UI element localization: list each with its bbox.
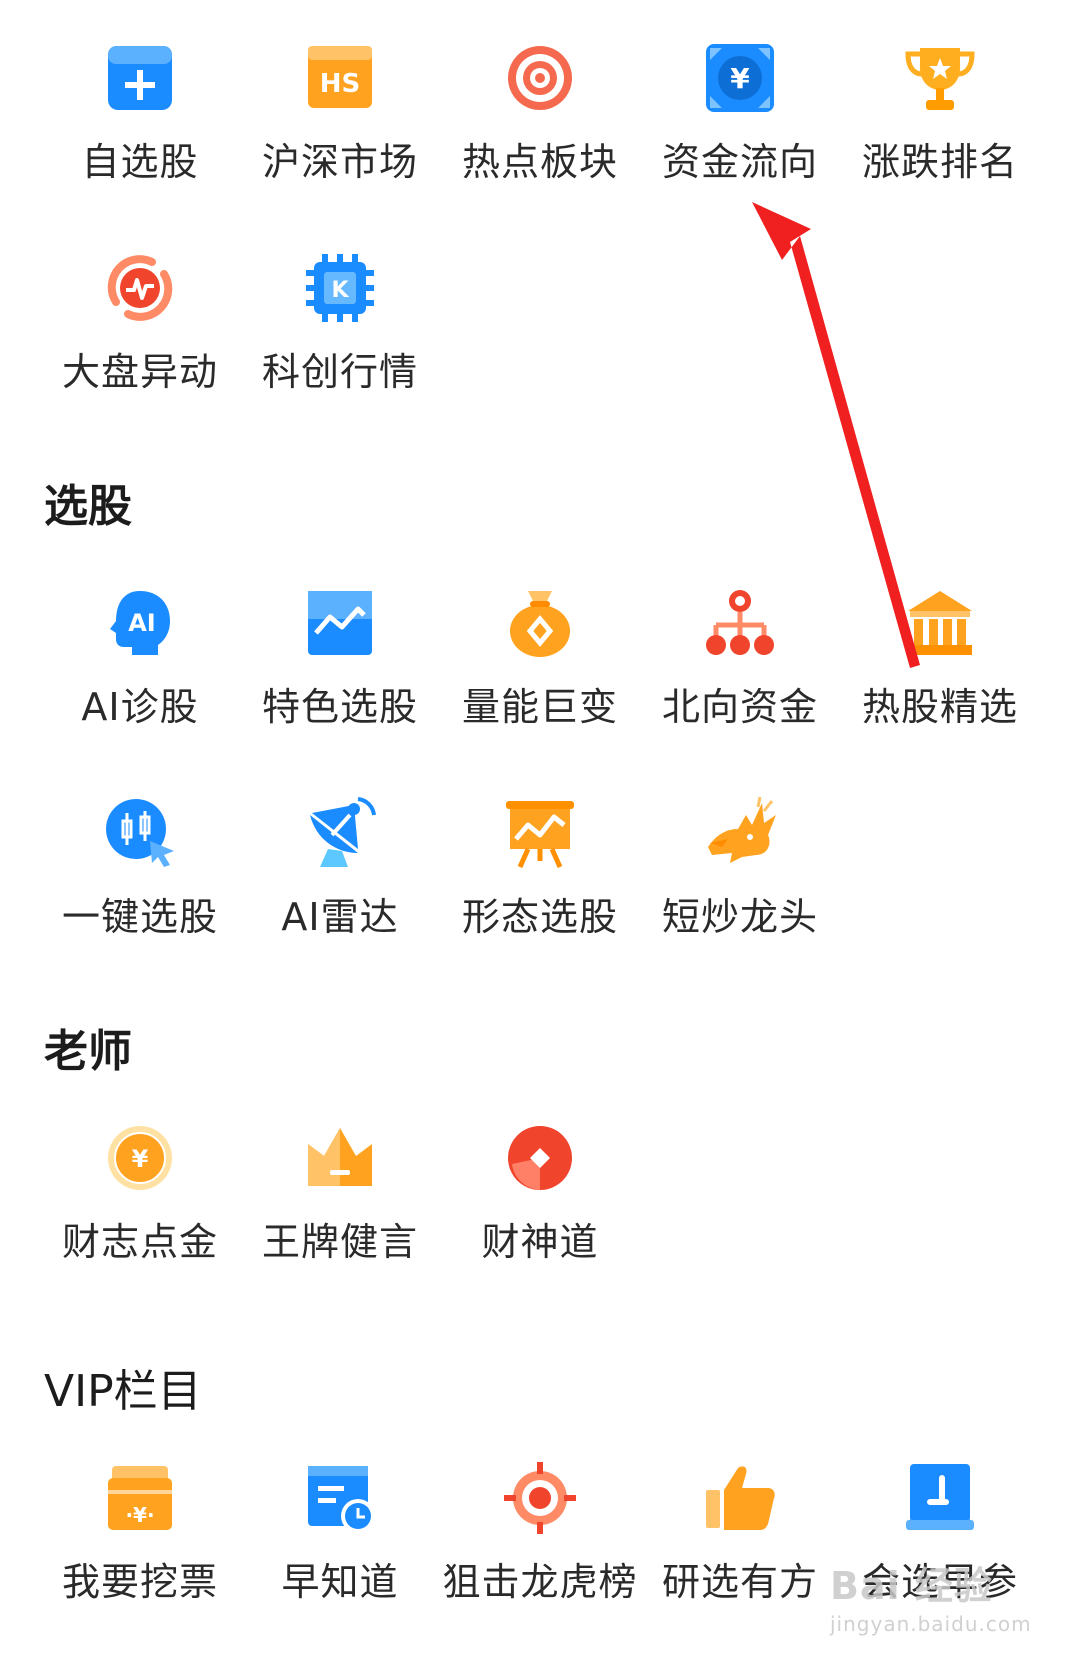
menu-item-label: 短炒龙头 — [661, 895, 818, 939]
chip-icon: K — [302, 250, 378, 326]
menu-item-label: 科创行情 — [261, 350, 418, 394]
menu-item-自选股[interactable]: 自选股 — [40, 0, 240, 210]
menu-item-label: 量能巨变 — [461, 685, 618, 729]
org-tree-icon — [702, 585, 778, 661]
menu-item-特色选股[interactable]: 特色选股 — [240, 545, 440, 755]
pulse-icon — [102, 250, 178, 326]
menu-item-资金流向[interactable]: ¥ 资金流向 — [640, 0, 840, 210]
watermark-main: Bai 经验 — [830, 1564, 993, 1608]
menu-item-label: 一键选股 — [61, 895, 218, 939]
menu-item-一键选股[interactable]: 一键选股 — [40, 755, 240, 965]
menu-item-label: 资金流向 — [661, 140, 818, 184]
menu-item-label: 狙击龙虎榜 — [442, 1560, 638, 1604]
bank-building-icon — [902, 585, 978, 661]
thumbs-up-icon — [702, 1460, 778, 1536]
crosshair-icon — [502, 1460, 578, 1536]
market-grid: 自选股 HS 沪深市场 热点板块 ¥ 资金流向 涨跌排名 大盘异动 K 科创行情 — [40, 0, 1040, 420]
yuan-flow-icon: ¥ — [702, 40, 778, 116]
svg-text:HS: HS — [320, 69, 361, 99]
svg-text:K: K — [331, 278, 349, 303]
wallet-yuan-icon: ·¥· — [102, 1460, 178, 1536]
menu-item-王牌健言[interactable]: 王牌健言 — [240, 1080, 440, 1290]
gold-coin-icon: ¥ — [102, 1120, 178, 1196]
section-title-vip: VIP栏目 — [44, 1366, 202, 1417]
menu-item-label: 涨跌排名 — [861, 140, 1018, 184]
teacher-grid: ¥ 财志点金 王牌健言 财神道 — [40, 1080, 1040, 1290]
target-icon — [502, 40, 578, 116]
svg-text:¥: ¥ — [730, 62, 750, 95]
menu-item-label: 财神道 — [481, 1220, 599, 1264]
chart-board-icon — [302, 585, 378, 661]
dragon-icon — [702, 795, 778, 871]
menu-item-label: 大盘异动 — [61, 350, 218, 394]
calendar-down-icon — [902, 1460, 978, 1536]
menu-item-狙击龙虎榜[interactable]: 狙击龙虎榜 — [440, 1420, 640, 1630]
add-folder-icon — [102, 40, 178, 116]
menu-item-label: 王牌健言 — [261, 1220, 418, 1264]
menu-item-形态选股[interactable]: 形态选股 — [440, 755, 640, 965]
section-title-teacher: 老师 — [44, 1026, 132, 1077]
menu-item-我要挖票[interactable]: ·¥· 我要挖票 — [40, 1420, 240, 1630]
menu-item-科创行情[interactable]: K 科创行情 — [240, 210, 440, 420]
menu-item-label: 特色选股 — [261, 685, 418, 729]
click-candle-icon — [102, 795, 178, 871]
red-diamond-icon — [502, 1120, 578, 1196]
menu-item-label: AI诊股 — [81, 685, 199, 729]
section-title-stock-pick: 选股 — [44, 481, 132, 532]
menu-item-热点板块[interactable]: 热点板块 — [440, 0, 640, 210]
menu-item-大盘异动[interactable]: 大盘异动 — [40, 210, 240, 420]
menu-item-AI雷达[interactable]: AI雷达 — [240, 755, 440, 965]
menu-item-label: 自选股 — [81, 140, 199, 184]
menu-item-财神道[interactable]: 财神道 — [440, 1080, 640, 1290]
menu-item-早知道[interactable]: 早知道 — [240, 1420, 440, 1630]
svg-text:¥: ¥ — [132, 1145, 149, 1173]
menu-item-AI诊股[interactable]: AI AI诊股 — [40, 545, 240, 755]
money-bag-icon — [502, 585, 578, 661]
menu-item-label: 我要挖票 — [61, 1560, 218, 1604]
menu-item-label: 热点板块 — [461, 140, 618, 184]
ai-head-icon: AI — [102, 585, 178, 661]
menu-item-label: 财志点金 — [61, 1220, 218, 1264]
stock-pick-grid: AI AI诊股 特色选股 量能巨变 北向资金 热股精选 一键选股 AI雷达 形态… — [40, 545, 1040, 965]
menu-item-label: 北向资金 — [661, 685, 818, 729]
menu-item-热股精选[interactable]: 热股精选 — [840, 545, 1040, 755]
menu-item-量能巨变[interactable]: 量能巨变 — [440, 545, 640, 755]
menu-item-label: AI雷达 — [281, 895, 399, 939]
watermark-sub: jingyan.baidu.com — [830, 1612, 1032, 1636]
calendar-clock-icon — [302, 1460, 378, 1536]
menu-item-涨跌排名[interactable]: 涨跌排名 — [840, 0, 1040, 210]
menu-item-label: 早知道 — [281, 1560, 399, 1604]
menu-item-研选有方[interactable]: 研选有方 — [640, 1420, 840, 1630]
svg-text:AI: AI — [128, 609, 156, 637]
satellite-dish-icon — [302, 795, 378, 871]
menu-item-沪深市场[interactable]: HS 沪深市场 — [240, 0, 440, 210]
menu-item-label: 研选有方 — [661, 1560, 818, 1604]
trophy-icon — [902, 40, 978, 116]
menu-item-财志点金[interactable]: ¥ 财志点金 — [40, 1080, 240, 1290]
easel-chart-icon — [502, 795, 578, 871]
crown-icon — [302, 1120, 378, 1196]
menu-item-label: 热股精选 — [861, 685, 1018, 729]
menu-item-短炒龙头[interactable]: 短炒龙头 — [640, 755, 840, 965]
hs-market-icon: HS — [302, 40, 378, 116]
watermark: Bai 经验 jingyan.baidu.com — [830, 1555, 1050, 1650]
menu-item-label: 沪深市场 — [261, 140, 418, 184]
menu-item-北向资金[interactable]: 北向资金 — [640, 545, 840, 755]
svg-text:·¥·: ·¥· — [125, 1503, 154, 1527]
menu-item-label: 形态选股 — [461, 895, 618, 939]
